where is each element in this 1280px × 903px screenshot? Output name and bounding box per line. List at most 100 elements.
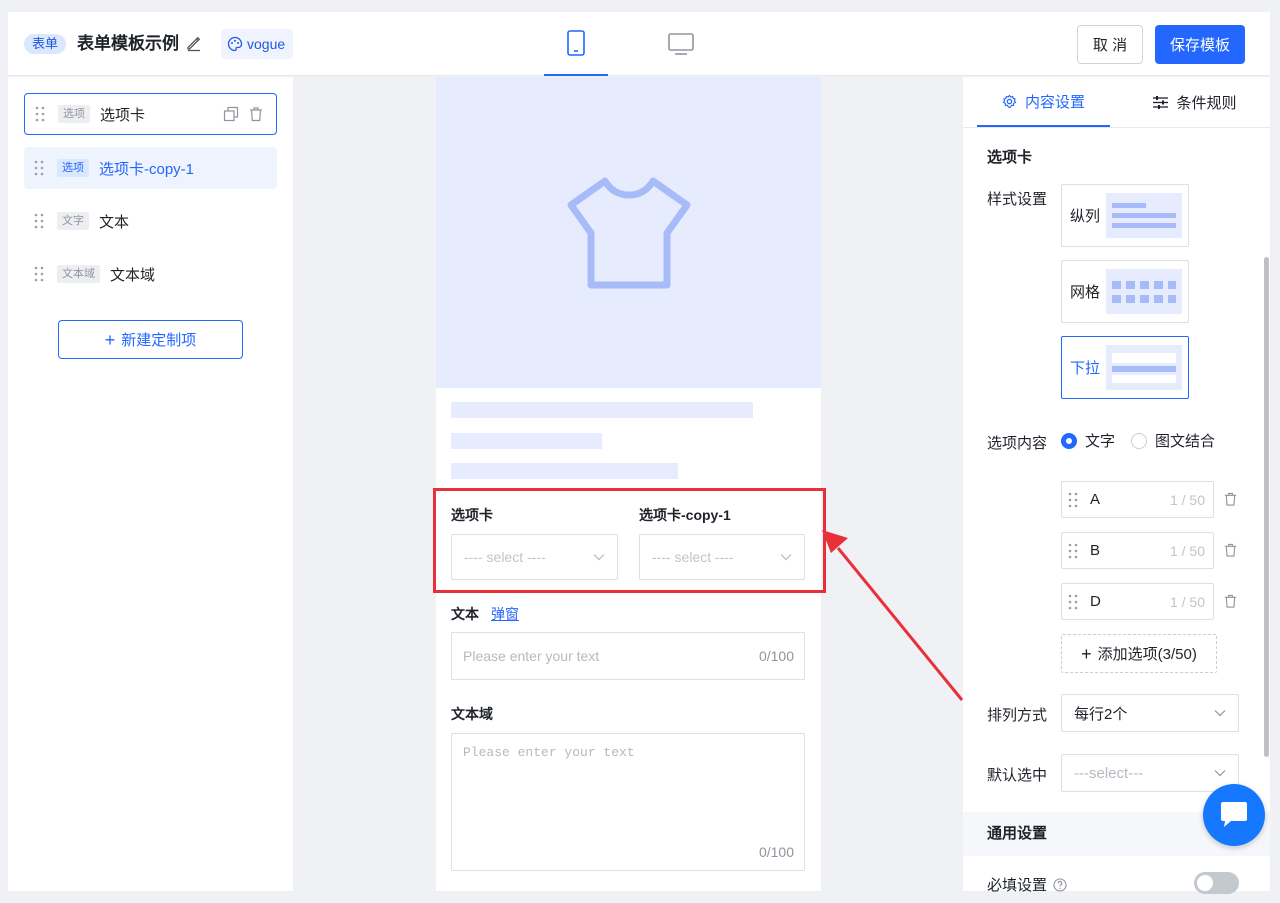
new-custom-item-label: 新建定制项 [121,332,197,349]
default-selected-placeholder: ---select--- [1074,764,1144,782]
skeleton-line [451,402,753,418]
list-item[interactable]: 文本域 文本域 [24,253,277,295]
hero-image-placeholder [436,77,821,388]
drag-handle-icon[interactable] [1068,594,1078,610]
grid-layout-icon [1106,269,1182,314]
arrange-value: 每行2个 [1074,705,1128,723]
save-template-button[interactable]: 保存模板 [1155,25,1245,64]
tab-mobile-preview[interactable] [544,12,608,76]
tab-desktop-preview[interactable] [649,12,713,76]
delete-icon[interactable] [248,106,264,122]
tab-condition-rules[interactable]: 条件规则 [1133,77,1257,127]
drag-handle-icon[interactable] [1068,492,1078,508]
text-counter: 0/100 [758,648,794,664]
highlight-box-tab-fields [433,488,826,593]
style-option-label: 下拉 [1070,360,1101,377]
chat-support-button[interactable] [1203,784,1265,846]
scrollbar[interactable] [1264,257,1269,757]
add-option-label: 添加选项(3/50) [1097,646,1197,663]
chevron-down-icon [1214,770,1226,777]
radio-unchecked-icon [1131,432,1147,449]
drag-handle-icon[interactable] [24,253,54,295]
option-char-count: 1 / 50 [1169,593,1205,610]
option-char-count: 1 / 50 [1169,491,1205,508]
text-input[interactable]: Please enter your text 0/100 [451,632,805,680]
new-custom-item-button[interactable]: + 新建定制项 [58,320,243,359]
arrange-select[interactable]: 每行2个 [1061,694,1239,732]
option-row[interactable]: D 1 / 50 [1061,583,1214,620]
list-item[interactable]: 文字 文本 [24,200,277,242]
item-label: 文本域 [110,266,156,284]
tab-content-settings[interactable]: 内容设置 [977,77,1110,127]
popup-link[interactable]: 弹窗 [491,604,519,624]
delete-icon[interactable] [1223,593,1238,609]
mobile-preview-canvas: 选项卡 选项卡-copy-1 ---- select ---- ---- sel… [436,77,821,891]
divider [963,127,1270,128]
item-label: 选项卡 [100,106,146,124]
cancel-button[interactable]: 取 消 [1077,25,1143,64]
text-input-placeholder: Please enter your text [463,648,600,664]
top-bar: 表单 表单模板示例 vogue 取 消 保存模板 [8,12,1270,76]
option-value: D [1090,593,1101,610]
sliders-icon [1153,95,1169,109]
chevron-down-icon [1214,710,1226,717]
option-content-label: 选项内容 [987,435,1048,452]
option-row[interactable]: A 1 / 50 [1061,481,1214,518]
tab-condition-rules-label: 条件规则 [1176,94,1237,112]
plus-icon: + [1081,643,1092,664]
theme-selector[interactable]: vogue [221,29,294,59]
list-item[interactable]: 选项 选项卡-copy-1 [24,147,277,189]
textarea-counter: 0/100 [758,844,794,860]
default-selected-label: 默认选中 [987,767,1048,784]
option-value: A [1090,491,1101,508]
required-setting-row: 必填设置 [987,874,1067,895]
plus-icon: + [104,329,116,350]
drag-handle-icon[interactable] [1068,543,1078,559]
skeleton-line [451,463,678,479]
theme-name: vogue [247,36,286,52]
style-option-column[interactable]: 纵列 [1061,184,1189,247]
delete-icon[interactable] [1223,542,1238,558]
item-type-tag: 选项 [57,159,89,177]
textarea-input[interactable]: Please enter your text 0/100 [451,733,805,871]
delete-icon[interactable] [1223,491,1238,507]
settings-panel: 内容设置 条件规则 选项卡 样式设置 纵列 网格 下拉 选项内容 文字 图文结合… [963,77,1270,894]
skeleton-line [451,433,602,449]
radio-image-text[interactable]: 图文结合 [1131,430,1215,451]
section-title: 选项卡 [987,149,1033,166]
item-label: 选项卡-copy-1 [99,160,195,178]
item-type-tag: 文字 [57,212,89,230]
chat-icon [1221,802,1247,827]
drag-handle-icon[interactable] [24,147,54,189]
field-title-textarea: 文本域 [451,706,493,722]
field-title-text: 文本 [451,606,479,622]
style-option-grid[interactable]: 网格 [1061,260,1189,323]
style-option-dropdown[interactable]: 下拉 [1061,336,1189,399]
style-settings-label: 样式设置 [987,191,1048,208]
column-layout-icon [1106,193,1182,238]
template-title: 表单模板示例 [77,34,179,53]
textarea-placeholder: Please enter your text [463,745,635,760]
radio-image-text-label: 图文结合 [1155,433,1216,450]
tab-content-settings-label: 内容设置 [1024,93,1085,111]
drag-handle-icon[interactable] [24,200,54,242]
radio-text-label: 文字 [1085,433,1116,450]
form-type-badge: 表单 [24,34,67,54]
add-option-button[interactable]: + 添加选项(3/50) [1061,634,1217,673]
item-type-tag: 选项 [58,105,90,123]
desktop-icon [668,33,694,55]
item-type-tag: 文本域 [57,265,100,283]
list-item[interactable]: 选项 选项卡 [24,93,277,135]
help-icon[interactable] [1053,877,1067,892]
radio-text[interactable]: 文字 [1061,430,1115,451]
required-setting-label: 必填设置 [987,877,1048,894]
edit-icon[interactable] [185,34,203,52]
mobile-icon [567,30,585,56]
copy-icon[interactable] [223,106,239,122]
option-row[interactable]: B 1 / 50 [1061,532,1214,569]
required-toggle[interactable] [1194,872,1239,894]
dropdown-layout-icon [1106,345,1182,390]
default-selected-select[interactable]: ---select--- [1061,754,1239,792]
drag-handle-icon[interactable] [25,94,55,134]
item-label: 文本 [99,213,130,231]
